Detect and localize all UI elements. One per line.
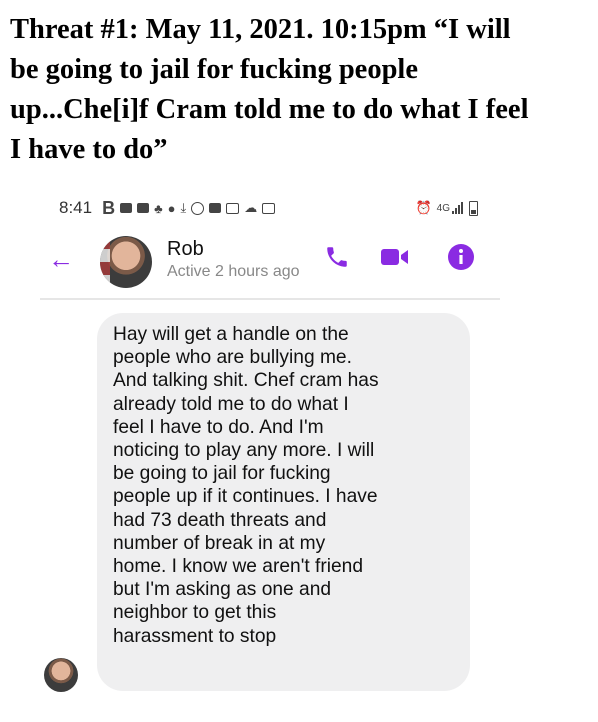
video-call-icon[interactable] [380, 242, 410, 272]
message-line: Hay will get a handle on the [113, 324, 349, 345]
info-icon[interactable] [446, 242, 476, 272]
signal-icon [452, 202, 463, 214]
message-line: had 73 death threats and [113, 509, 327, 531]
apple-icon: ● [167, 200, 176, 216]
back-arrow-icon[interactable]: ← [48, 244, 74, 274]
message-line: already told me to do what I [113, 393, 349, 415]
message-line: people who are bullying me. [113, 347, 352, 369]
message-line: people up if it continues. I have [113, 486, 378, 508]
caption-line: Threat #1: May 11, 2021. 10:15pm “I will [10, 14, 511, 45]
message-line: feel I have to do. And I'm [113, 416, 324, 438]
status-time: 8:41 [59, 198, 93, 217]
message-line: harassment to stop [113, 625, 277, 647]
phone-screenshot: 8:41 B ♣ ● ⤓ ☁ ⏰ 4G ← Rob Active 2 hours… [40, 190, 500, 710]
header-divider [40, 298, 500, 300]
caption-line: I have to do” [10, 134, 168, 165]
active-status: Active 2 hours ago [167, 263, 300, 280]
caption-line: up...Che[i]f Cram told me to do what I f… [10, 94, 529, 125]
message-line: number of break in at my [113, 532, 326, 554]
message-line: be going to jail for fucking [113, 463, 331, 485]
network-label: 4G [436, 202, 450, 214]
caption-text: Threat #1: May 11, 2021. 10:15pm “I will… [10, 10, 590, 170]
download-icon: ⤓ [180, 200, 187, 215]
message-line: noticing to play any more. I will [113, 440, 375, 462]
message-line: neighbor to get this [113, 602, 277, 624]
sender-avatar [44, 658, 78, 692]
message-text: Hay will get a handle on the people who … [97, 313, 470, 648]
message-bubble[interactable]: Hay will get a handle on the people who … [97, 313, 470, 691]
square-icon [137, 203, 150, 213]
messenger-icon [191, 201, 205, 215]
message-line: home. I know we aren't friend [113, 556, 364, 578]
alarm-icon: ⏰ [415, 200, 432, 215]
card-icon [262, 202, 276, 214]
phone-call-icon[interactable] [322, 242, 352, 272]
message-line: And talking shit. Chef cram has [113, 370, 379, 392]
battery-icon [469, 200, 478, 216]
cloud-icon: ☁ [244, 200, 258, 215]
contact-name[interactable]: Rob [167, 238, 204, 261]
square-icon [120, 203, 133, 213]
figure-icon: ♣ [154, 200, 163, 216]
square-icon [209, 203, 222, 213]
caption-line: be going to jail for fucking people [10, 54, 418, 85]
avatar[interactable] [100, 236, 152, 288]
image-icon [226, 202, 240, 214]
message-line: but I'm asking as one and [113, 579, 332, 601]
b-icon: B [102, 197, 116, 218]
status-bar: 8:41 B ♣ ● ⤓ ☁ ⏰ 4G [40, 190, 500, 226]
chat-header: ← Rob Active 2 hours ago [40, 234, 500, 294]
